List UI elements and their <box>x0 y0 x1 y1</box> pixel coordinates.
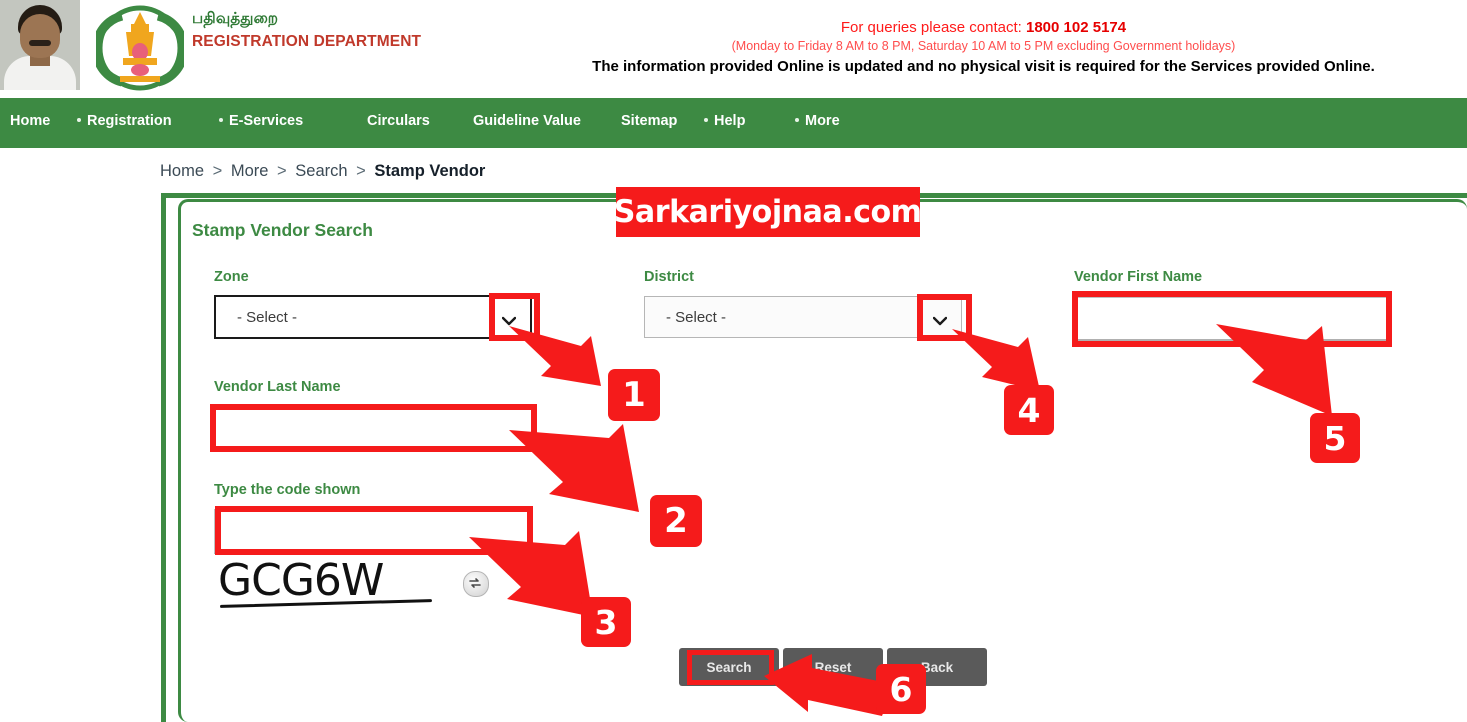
tamil-nadu-emblem-icon <box>96 4 184 94</box>
watermark-text: Sarkariyojnaa.com <box>614 194 922 230</box>
captcha-code-text: GCG6W <box>218 555 384 606</box>
contact-phone-number: 1800 102 5174 <box>1026 19 1127 36</box>
chevron-down-icon <box>932 313 948 326</box>
nav-item-guideline-value[interactable]: Guideline Value <box>473 113 581 129</box>
nav-item-e-services[interactable]: E-Services <box>219 113 303 129</box>
breadcrumb-current-page: Stamp Vendor <box>374 162 486 180</box>
district-select[interactable]: - Select - <box>644 296 962 338</box>
contact-hours: (Monday to Friday 8 AM to 8 PM, Saturday… <box>731 39 1236 53</box>
zone-label: Zone <box>214 269 249 285</box>
annotation-badge-6: 6 <box>876 664 926 714</box>
contact-prefix: For queries please contact: <box>840 19 1026 36</box>
vendor-last-name-input[interactable] <box>214 407 532 449</box>
nav-item-circulars[interactable]: Circulars <box>367 113 430 129</box>
annotation-badge-3: 3 <box>581 597 631 647</box>
nav-item-registration[interactable]: Registration <box>77 113 172 129</box>
bullet-icon <box>219 118 223 123</box>
chief-minister-photo <box>0 0 80 90</box>
breadcrumb-item-more[interactable]: More <box>231 162 269 180</box>
annotation-badge-4: 4 <box>1004 385 1054 435</box>
watermark-banner: Sarkariyojnaa.com <box>614 187 922 237</box>
breadcrumb-separator: > <box>356 162 366 180</box>
department-name-english: REGISTRATION DEPARTMENT <box>192 33 422 50</box>
site-header: பதிவுத்துறை REGISTRATION DEPARTMENT For … <box>0 0 1467 98</box>
zone-select[interactable]: - Select - <box>214 295 532 339</box>
breadcrumb-separator: > <box>212 162 223 180</box>
bullet-icon <box>77 118 81 123</box>
captcha-image: GCG6W <box>218 558 448 608</box>
vendor-first-name-label: Vendor First Name <box>1074 269 1203 285</box>
district-selected-value: - Select - <box>666 308 727 326</box>
breadcrumb-separator: > <box>277 162 287 180</box>
district-label: District <box>644 269 694 285</box>
nav-item-help[interactable]: Help <box>704 113 745 129</box>
panel-title: Stamp Vendor Search <box>192 220 373 240</box>
bullet-icon <box>704 118 708 123</box>
contact-line: For queries please contact: 1800 102 517… <box>500 19 1467 36</box>
breadcrumb: Home > More > Search > Stamp Vendor <box>160 162 485 181</box>
bullet-icon <box>795 118 799 123</box>
online-services-notice: The information provided Online is updat… <box>592 58 1375 75</box>
annotation-badge-5: 5 <box>1310 413 1360 463</box>
nav-item-home[interactable]: Home <box>10 113 50 129</box>
nav-item-more[interactable]: More <box>795 113 840 129</box>
annotation-badge-1: 1 <box>608 369 660 421</box>
captcha-label: Type the code shown <box>214 482 361 498</box>
nav-item-sitemap[interactable]: Sitemap <box>621 113 677 129</box>
annotation-badge-2: 2 <box>650 495 702 547</box>
zone-selected-value: - Select - <box>237 308 298 326</box>
breadcrumb-item-home[interactable]: Home <box>160 162 204 180</box>
stamp-vendor-search-panel <box>178 199 1467 722</box>
vendor-last-name-label: Vendor Last Name <box>214 379 341 395</box>
department-name-tamil: பதிவுத்துறை <box>192 10 279 27</box>
breadcrumb-item-search[interactable]: Search <box>295 162 347 180</box>
